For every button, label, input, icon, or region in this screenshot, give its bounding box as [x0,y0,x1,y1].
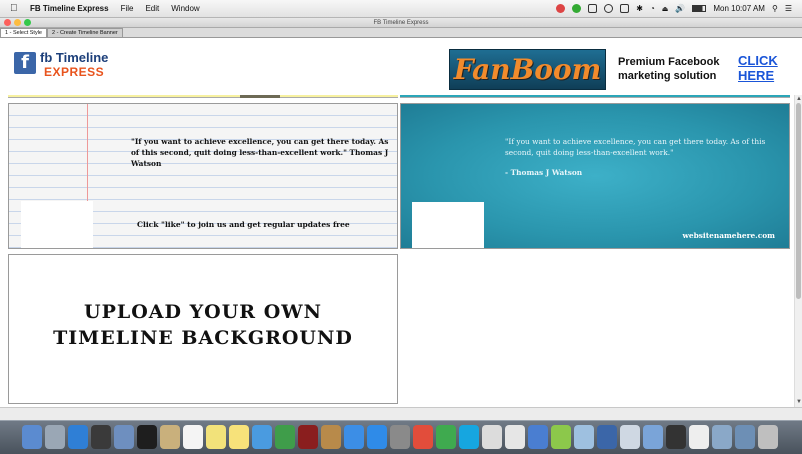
preview-icon[interactable] [114,425,134,449]
ad-promo-text: Premium Facebook marketing solution [618,55,719,83]
window-title: FB Timeline Express [373,20,429,26]
template-notebook-style[interactable]: "If you want to achieve excellence, you … [8,103,398,249]
notification-center-icon[interactable]: ☰ [785,4,792,13]
finder2-icon[interactable] [712,425,732,449]
launchpad-icon[interactable] [45,425,65,449]
upload-line2: TIMELINE BACKGROUND [53,327,353,349]
edit-menu[interactable]: Edit [145,4,159,13]
profile-picture-placeholder [412,202,484,248]
upload-background-button[interactable]: UPLOAD YOUR OWN TIMELINE BACKGROUND [8,254,398,404]
safari-icon[interactable] [68,425,88,449]
document-icon[interactable] [689,425,709,449]
click-here-line1: CLICK [738,53,778,68]
dock [0,420,802,454]
click-here-link[interactable]: CLICK HERE [738,53,778,83]
xcode-icon[interactable] [528,425,548,449]
facetime-icon[interactable] [275,425,295,449]
google-icon[interactable] [436,425,456,449]
notebook-like-cta: Click "like" to join us and get regular … [137,220,350,229]
upload-background-text: UPLOAD YOUR OWN TIMELINE BACKGROUND [9,299,397,351]
script-icon[interactable] [160,425,180,449]
finder-icon[interactable] [22,425,42,449]
scripts-icon[interactable] [482,425,502,449]
window-bottom-bar [0,407,802,420]
logo-subtitle: EXPRESS [44,65,105,79]
volume-icon[interactable]: 🔊 [675,4,685,13]
notes-icon[interactable] [229,425,249,449]
dock-icons [22,425,778,449]
profile-picture-placeholder [21,201,93,248]
itunes-icon[interactable] [344,425,364,449]
scroll-up-icon[interactable]: ▲ [796,96,802,102]
clock[interactable]: Mon 10:07 AM [713,4,765,13]
facebook-logo-icon: f [14,52,36,74]
skype-icon[interactable] [459,425,479,449]
style-gallery: "If you want to achieve excellence, you … [0,95,802,407]
notebook-quote: "If you want to achieve excellence, you … [131,137,389,168]
check-status-icon[interactable] [588,4,598,13]
android-icon[interactable] [551,425,571,449]
fanboom-logo: FanBoom [453,53,602,86]
ad-promo-line1: Premium Facebook [618,56,720,68]
settings-icon[interactable] [390,425,410,449]
teal-quote-author: - Thomas J Watson [505,168,583,177]
window-titlebar: FB Timeline Express [0,18,802,28]
template-thumbnail-partial[interactable] [400,95,790,98]
template-thumbnail-partial[interactable] [8,95,398,98]
calculator-icon[interactable] [666,425,686,449]
scrollbar-thumb[interactable] [796,103,801,299]
tab-select-style[interactable]: 1 - Select Style [0,28,47,37]
bluetooth-icon[interactable]: ✱ [636,4,643,13]
battery-icon[interactable] [692,5,707,12]
contacts-icon[interactable] [321,425,341,449]
messages-icon[interactable] [252,425,272,449]
folder-icon[interactable] [574,425,594,449]
fanboom-ad-banner[interactable]: FanBoom [449,49,606,90]
database-icon[interactable] [505,425,525,449]
photobooth-icon[interactable] [298,425,318,449]
click-here-line2: HERE [738,68,775,83]
upload-line1: UPLOAD YOUR OWN [84,301,322,323]
wifi-icon[interactable]: ◔ [650,4,655,13]
menu-bar:  FB Timeline Express File Edit Window ✱… [0,0,802,18]
fb-timeline-icon[interactable] [597,425,617,449]
time-machine-icon[interactable] [604,4,614,13]
eject-icon[interactable]: ⏏ [662,5,669,13]
scroll-down-icon[interactable]: ▼ [796,399,802,405]
chrome-status-icon[interactable] [556,4,566,13]
finder-window-icon[interactable] [643,425,663,449]
apple-menu-icon[interactable]:  [10,3,22,14]
chrome-icon[interactable] [413,425,433,449]
textedit-icon[interactable] [206,425,226,449]
appstore-icon[interactable] [367,425,387,449]
app-header: f fb Timeline EXPRESS FanBoom Premium Fa… [0,38,802,95]
spotlight-icon[interactable]: ⚲ [772,4,778,13]
gallery-scrollbar[interactable]: ▲ ▼ [794,95,802,407]
tab-create-timeline-banner[interactable]: 2 - Create Timeline Banner [47,28,123,37]
teal-website: websitenamehere.com [682,231,776,240]
step-tabs: 1 - Select Style 2 - Create Timeline Ban… [0,28,802,38]
terminal-icon[interactable] [137,425,157,449]
display-icon[interactable] [620,4,630,13]
trash-icon[interactable] [758,425,778,449]
downloads-icon[interactable] [735,425,755,449]
template-teal-style[interactable]: "If you want to achieve excellence, you … [400,103,790,249]
file-menu[interactable]: File [121,4,134,13]
dashboard-icon[interactable] [91,425,111,449]
logo-title: fb Timeline [40,50,109,65]
screenshot-icon[interactable] [620,425,640,449]
ad-promo-line2: marketing solution [618,70,717,82]
teal-quote: "If you want to achieve excellence, you … [505,137,766,157]
app-menu[interactable]: FB Timeline Express [30,4,109,13]
window-menu[interactable]: Window [171,4,199,13]
sync-status-icon[interactable] [572,4,582,13]
calendar-icon[interactable] [183,425,203,449]
